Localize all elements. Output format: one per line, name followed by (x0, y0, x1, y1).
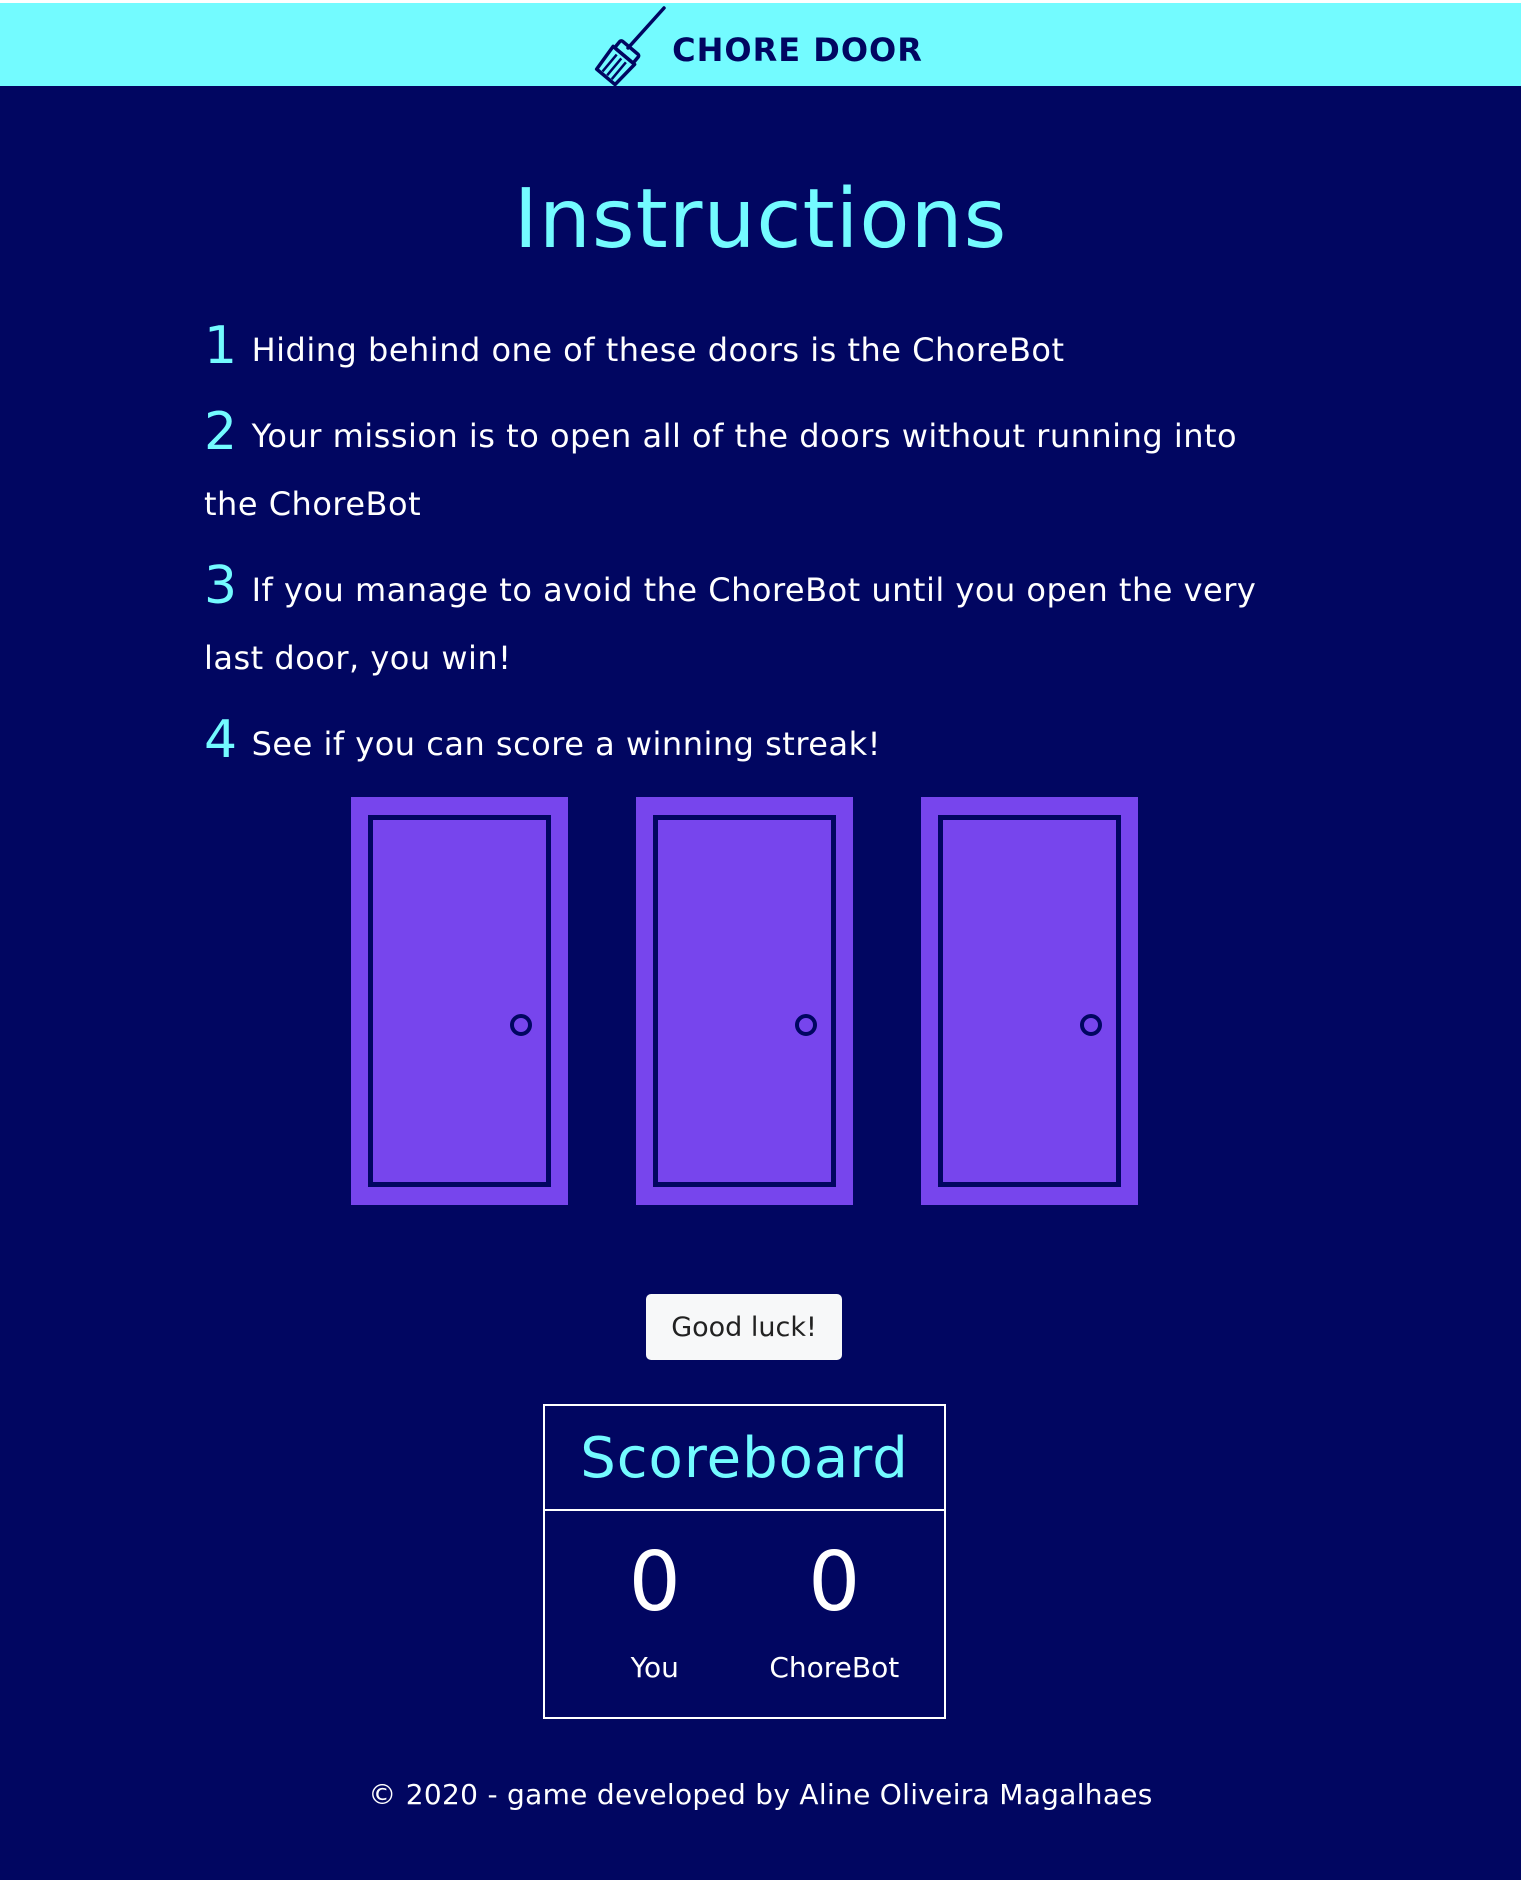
brand-name: CHORE DOOR (672, 30, 923, 69)
instruction-step: 3 If you manage to avoid the ChoreBot unt… (204, 552, 1284, 692)
score-chorebot: 0 ChoreBot (749, 1533, 919, 1684)
instructions-title: Instructions (513, 172, 1008, 267)
door-knob (1080, 1014, 1102, 1036)
step-number: 3 (204, 556, 238, 616)
footer: © 2020 - game developed by Aline Oliveir… (368, 1778, 1153, 1811)
site-header: CHORE DOOR (0, 0, 1521, 86)
score-player: 0 You (570, 1533, 740, 1684)
step-text: See if you can score a winning streak! (251, 725, 881, 763)
scoreboard: Scoreboard 0 You 0 ChoreBot (543, 1404, 946, 1719)
door-2[interactable] (636, 797, 853, 1205)
brand[interactable]: CHORE DOOR (594, 4, 923, 86)
page: CHORE DOOR Instructions 1 Hiding behind o… (0, 0, 1521, 1880)
step-text: Your mission is to open all of the doors… (204, 417, 1238, 523)
closed-door-icon (938, 815, 1121, 1187)
good-luck-button[interactable]: Good luck! (646, 1294, 842, 1360)
scoreboard-title: Scoreboard (545, 1406, 944, 1511)
door-row (351, 797, 1138, 1205)
step-text: Hiding behind one of these doors is the … (251, 331, 1065, 369)
instructions-list: 1 Hiding behind one of these doors is the… (204, 312, 1284, 778)
instruction-step: 1 Hiding behind one of these doors is the… (204, 312, 1284, 384)
step-number: 1 (204, 316, 238, 376)
instruction-step: 2 Your mission is to open all of the door… (204, 398, 1284, 538)
door-3[interactable] (921, 797, 1138, 1205)
step-number: 4 (204, 710, 238, 770)
door-1[interactable] (351, 797, 568, 1205)
player-label: You (630, 1651, 679, 1684)
broom-icon (594, 4, 668, 86)
closed-door-icon (653, 815, 836, 1187)
instruction-step: 4 See if you can score a winning streak! (204, 706, 1284, 778)
step-text: If you manage to avoid the ChoreBot unti… (204, 571, 1257, 677)
scoreboard-scores: 0 You 0 ChoreBot (545, 1511, 944, 1684)
door-knob (795, 1014, 817, 1036)
step-number: 2 (204, 402, 238, 462)
chorebot-score: 0 (808, 1535, 861, 1630)
chorebot-label: ChoreBot (769, 1651, 900, 1684)
player-score: 0 (628, 1535, 681, 1630)
door-knob (510, 1014, 532, 1036)
closed-door-icon (368, 815, 551, 1187)
